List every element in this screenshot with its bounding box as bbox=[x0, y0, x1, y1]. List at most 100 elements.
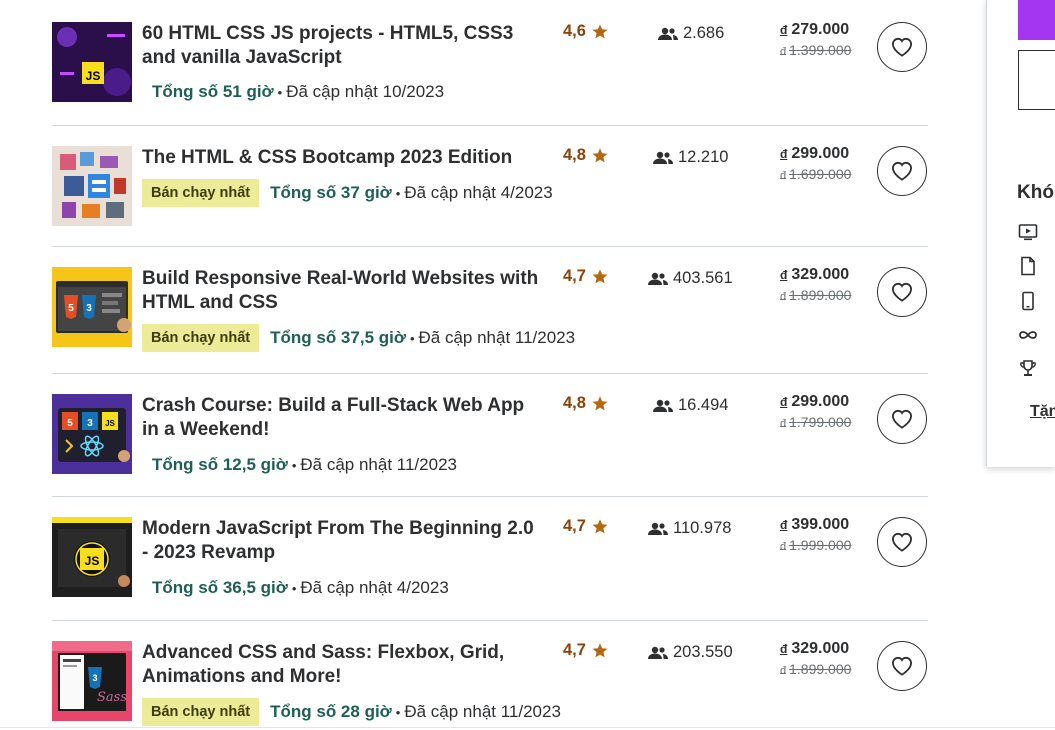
course-title[interactable]: Build Responsive Real-World Websites wit… bbox=[142, 267, 542, 315]
currency-symbol: đ bbox=[780, 268, 788, 282]
users-icon bbox=[653, 399, 673, 412]
course-rating: 4,8 bbox=[563, 146, 609, 165]
currency-symbol: đ bbox=[780, 518, 788, 532]
course-thumbnail[interactable]: JS bbox=[52, 517, 132, 597]
course-updated: Đã cập nhật 10/2023 bbox=[286, 82, 445, 101]
purchase-sidebar-card: Khó Tặn bbox=[986, 0, 1055, 467]
course-card[interactable]: JS 60 HTML CSS JS projects - HTML5, CSS3… bbox=[52, 0, 928, 126]
price-value: 399.000 bbox=[791, 516, 850, 533]
currency-symbol: đ bbox=[780, 395, 788, 409]
rating-value: 4,8 bbox=[563, 146, 586, 164]
course-title[interactable]: Crash Course: Build a Full-Stack Web App… bbox=[142, 394, 542, 442]
old-price-value: 1.899.000 bbox=[789, 661, 852, 677]
bestseller-badge: Bán chạy nhất bbox=[142, 179, 260, 207]
course-card[interactable]: 5 3 JS Crash Course: Build a Full-Stack … bbox=[52, 374, 928, 497]
svg-text:JS: JS bbox=[85, 554, 100, 568]
course-price: đ 299.000 đ 1.699.000 bbox=[780, 145, 851, 182]
course-meta: Tổng số 12,5 giờ • Đã cập nhật 11/2023 bbox=[142, 455, 457, 475]
course-price: đ 329.000 đ 1.899.000 bbox=[780, 640, 851, 677]
course-meta: Bán chạy nhất Tổng số 37 giờ • Đã cập nh… bbox=[142, 179, 553, 207]
currency-symbol: đ bbox=[780, 418, 787, 430]
users-icon bbox=[648, 646, 668, 659]
rating-value: 4,7 bbox=[563, 517, 586, 535]
current-price: đ 299.000 bbox=[780, 145, 851, 163]
wishlist-button[interactable] bbox=[877, 22, 927, 72]
course-rating: 4,7 bbox=[563, 517, 609, 536]
heart-icon bbox=[891, 409, 913, 429]
video-icon bbox=[1018, 224, 1038, 241]
separator-dot: • bbox=[409, 330, 415, 346]
course-learners: 2.686 bbox=[658, 24, 724, 43]
rating-value: 4,8 bbox=[563, 394, 586, 412]
original-price: đ 1.999.000 bbox=[780, 537, 851, 553]
current-price: đ 299.000 bbox=[780, 393, 851, 411]
currency-symbol: đ bbox=[780, 46, 787, 58]
course-learners: 16.494 bbox=[653, 396, 728, 415]
course-card[interactable]: The HTML & CSS Bootcamp 2023 Edition Bán… bbox=[52, 126, 928, 247]
original-price: đ 1.799.000 bbox=[780, 414, 851, 430]
course-thumbnail[interactable]: JS bbox=[52, 22, 132, 102]
current-price: đ 279.000 bbox=[780, 21, 851, 39]
currency-symbol: đ bbox=[780, 23, 788, 37]
old-price-value: 1.699.000 bbox=[789, 166, 852, 182]
course-learners: 403.561 bbox=[648, 269, 733, 288]
bestseller-badge: Bán chạy nhất bbox=[142, 698, 260, 726]
price-value: 329.000 bbox=[791, 266, 850, 283]
svg-text:JS: JS bbox=[86, 69, 101, 83]
course-thumbnail[interactable]: 5 3 bbox=[52, 267, 132, 347]
wishlist-button[interactable] bbox=[877, 267, 927, 317]
buy-now-button[interactable] bbox=[1018, 50, 1055, 110]
course-price: đ 279.000 đ 1.399.000 bbox=[780, 21, 851, 58]
svg-text:3: 3 bbox=[87, 418, 93, 429]
price-value: 299.000 bbox=[791, 393, 850, 410]
separator-dot: • bbox=[395, 185, 401, 201]
old-price-value: 1.399.000 bbox=[789, 42, 852, 58]
star-icon bbox=[592, 396, 608, 411]
gift-course-link[interactable]: Tặn bbox=[1030, 403, 1055, 421]
course-learners: 12.210 bbox=[653, 148, 728, 167]
course-thumbnail[interactable]: 3 Sass bbox=[52, 641, 132, 721]
star-icon bbox=[592, 148, 608, 163]
course-thumbnail[interactable] bbox=[52, 146, 132, 226]
course-updated: Đã cập nhật 11/2023 bbox=[418, 328, 576, 347]
wishlist-button[interactable] bbox=[877, 641, 927, 691]
trophy-icon bbox=[1020, 360, 1036, 376]
original-price: đ 1.899.000 bbox=[780, 661, 851, 677]
price-value: 279.000 bbox=[791, 21, 850, 38]
wishlist-button[interactable] bbox=[877, 517, 927, 567]
original-price: đ 1.899.000 bbox=[780, 287, 851, 303]
current-price: đ 399.000 bbox=[780, 516, 851, 534]
users-icon bbox=[653, 151, 673, 164]
file-icon bbox=[1021, 256, 1035, 276]
course-hours: Tổng số 36,5 giờ bbox=[152, 578, 288, 597]
svg-text:5: 5 bbox=[68, 303, 74, 314]
add-to-cart-button[interactable] bbox=[1018, 0, 1055, 40]
course-card[interactable]: 3 Sass Advanced CSS and Sass: Flexbox, G… bbox=[52, 621, 928, 730]
wishlist-button[interactable] bbox=[877, 394, 927, 444]
course-hours: Tổng số 37,5 giờ bbox=[270, 328, 406, 347]
course-price: đ 399.000 đ 1.999.000 bbox=[780, 516, 851, 553]
learners-count: 203.550 bbox=[673, 643, 733, 661]
course-title[interactable]: The HTML & CSS Bootcamp 2023 Edition bbox=[142, 146, 542, 170]
svg-text:Sass: Sass bbox=[97, 690, 127, 705]
mobile-icon bbox=[1022, 291, 1034, 311]
course-price: đ 299.000 đ 1.799.000 bbox=[780, 393, 851, 430]
course-card[interactable]: 5 3 Build Responsive Real-World Websites… bbox=[52, 247, 928, 374]
wishlist-button[interactable] bbox=[877, 146, 927, 196]
separator-dot: • bbox=[277, 84, 283, 100]
price-value: 299.000 bbox=[791, 145, 850, 162]
page-divider bbox=[0, 727, 1055, 728]
course-hours: Tổng số 12,5 giờ bbox=[152, 455, 288, 474]
course-title[interactable]: Modern JavaScript From The Beginning 2.0… bbox=[142, 517, 542, 565]
current-price: đ 329.000 bbox=[780, 640, 851, 658]
course-title[interactable]: 60 HTML CSS JS projects - HTML5, CSS3 an… bbox=[142, 22, 542, 70]
course-meta: Tổng số 51 giờ • Đã cập nhật 10/2023 bbox=[142, 82, 444, 102]
learners-count: 16.494 bbox=[678, 396, 729, 414]
infinity-icon bbox=[1019, 331, 1037, 339]
course-card[interactable]: JS Modern JavaScript From The Beginning … bbox=[52, 497, 928, 621]
separator-dot: • bbox=[291, 580, 297, 596]
course-title[interactable]: Advanced CSS and Sass: Flexbox, Grid, An… bbox=[142, 641, 542, 689]
svg-text:3: 3 bbox=[92, 673, 97, 683]
heart-icon bbox=[891, 656, 913, 676]
course-thumbnail[interactable]: 5 3 JS bbox=[52, 394, 132, 474]
